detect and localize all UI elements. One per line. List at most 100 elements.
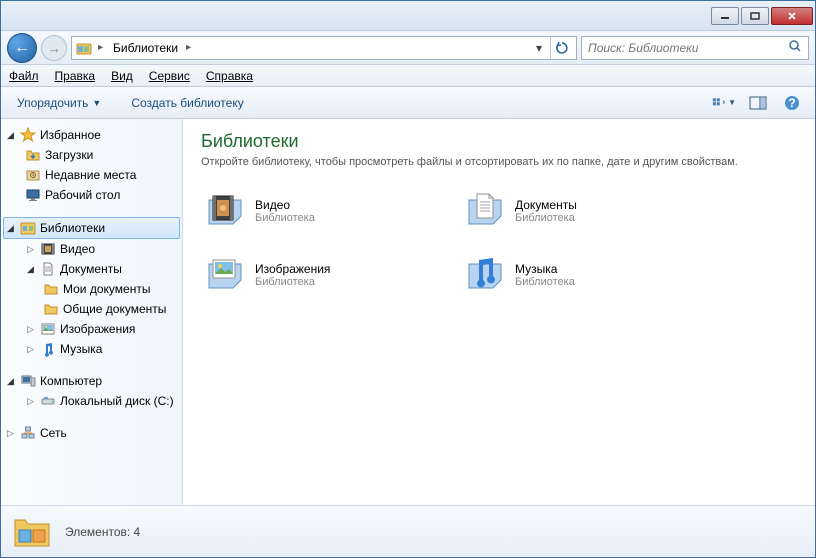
menu-edit[interactable]: Правка — [55, 69, 96, 83]
content-pane: Библиотеки Откройте библиотеку, чтобы пр… — [183, 119, 815, 505]
tree-local-disk-c[interactable]: ▷ Локальный диск (C:) — [3, 391, 180, 411]
svg-text:?: ? — [788, 96, 795, 110]
tree-label: Компьютер — [40, 374, 102, 388]
library-item-documents[interactable]: Документы Библиотека — [461, 188, 691, 234]
search-input[interactable] — [588, 41, 788, 55]
breadcrumb: Библиотеки ▸ — [109, 39, 528, 57]
expander-icon[interactable]: ▷ — [5, 428, 16, 439]
view-icon — [712, 96, 726, 110]
tree-favorites[interactable]: ◢ Избранное — [3, 125, 180, 145]
tree-label: Музыка — [60, 342, 102, 356]
library-item-text: Видео Библиотека — [255, 198, 315, 224]
library-item-music[interactable]: Музыка Библиотека — [461, 252, 691, 298]
window-controls — [711, 7, 813, 25]
tree-videos[interactable]: ▷ Видео — [3, 239, 180, 259]
tree-label: Недавние места — [45, 168, 136, 182]
expander-icon[interactable]: ▷ — [25, 396, 36, 407]
breadcrumb-item[interactable]: Библиотеки — [109, 39, 182, 57]
library-name: Видео — [255, 198, 315, 212]
expander-icon[interactable]: ▷ — [25, 324, 36, 335]
downloads-icon — [25, 147, 41, 163]
tree-network[interactable]: ▷ Сеть — [3, 423, 180, 443]
menu-help[interactable]: Справка — [206, 69, 253, 83]
tree-label: Загрузки — [45, 148, 93, 162]
tree-music[interactable]: ▷ Музыка — [3, 339, 180, 359]
maximize-button[interactable] — [741, 7, 769, 25]
tree-documents[interactable]: ◢ Документы — [3, 259, 180, 279]
help-button[interactable]: ? — [779, 92, 805, 114]
expander-icon[interactable]: ◢ — [5, 376, 16, 387]
forward-button[interactable]: → — [41, 35, 67, 61]
libraries-icon — [20, 220, 36, 236]
minimize-button[interactable] — [711, 7, 739, 25]
music-icon — [40, 341, 56, 357]
library-type: Библиотека — [515, 212, 577, 224]
tree-label: Видео — [60, 242, 95, 256]
libraries-icon — [11, 512, 53, 552]
tree-group-libraries: ◢ Библиотеки ▷ Видео ◢ Документы Мои док… — [3, 217, 180, 359]
documents-icon — [40, 261, 56, 277]
details-pane: Элементов: 4 — [1, 505, 815, 557]
pictures-library-icon — [203, 254, 245, 296]
refresh-button[interactable] — [550, 37, 572, 59]
page-subtitle: Откройте библиотеку, чтобы просмотреть ф… — [201, 156, 797, 168]
recent-places-icon — [25, 167, 41, 183]
tree-label: Общие документы — [63, 302, 166, 316]
explorer-window: ← → ▸ Библиотеки ▸ ▾ Файл — [0, 0, 816, 558]
menu-bar: Файл Правка Вид Сервис Справка — [1, 65, 815, 87]
menu-file[interactable]: Файл — [9, 69, 39, 83]
menu-view[interactable]: Вид — [111, 69, 133, 83]
tree-downloads[interactable]: Загрузки — [3, 145, 180, 165]
chevron-right-icon[interactable]: ▸ — [96, 42, 105, 53]
tree-computer[interactable]: ◢ Компьютер — [3, 371, 180, 391]
toolbar-right: ▼ ? — [711, 92, 805, 114]
menu-tools[interactable]: Сервис — [149, 69, 190, 83]
navigation-pane: ◢ Избранное Загрузки Недавние места Рабо… — [1, 119, 183, 505]
maximize-icon — [750, 12, 760, 20]
library-name: Изображения — [255, 262, 330, 276]
expander-icon[interactable]: ▷ — [25, 344, 36, 355]
close-button[interactable] — [771, 7, 813, 25]
page-title: Библиотеки — [201, 131, 797, 152]
tree-my-documents[interactable]: Мои документы — [3, 279, 180, 299]
new-library-button[interactable]: Создать библиотеку — [125, 92, 249, 114]
desktop-icon — [25, 187, 41, 203]
library-name: Музыка — [515, 262, 575, 276]
tree-group-network: ▷ Сеть — [3, 423, 180, 443]
chevron-right-icon[interactable]: ▸ — [184, 42, 193, 53]
tree-libraries[interactable]: ◢ Библиотеки — [3, 217, 180, 239]
search-icon[interactable] — [788, 39, 802, 56]
drive-icon — [40, 393, 56, 409]
view-options-button[interactable]: ▼ — [711, 92, 737, 114]
video-library-icon — [203, 190, 245, 232]
address-bar[interactable]: ▸ Библиотеки ▸ ▾ — [71, 36, 577, 60]
tree-public-documents[interactable]: Общие документы — [3, 299, 180, 319]
folder-icon — [43, 281, 59, 297]
expander-icon[interactable]: ◢ — [25, 264, 36, 275]
tree-label: Избранное — [40, 128, 101, 142]
address-dropdown[interactable]: ▾ — [532, 41, 546, 55]
star-icon — [20, 127, 36, 143]
music-library-icon — [463, 254, 505, 296]
documents-library-icon — [463, 190, 505, 232]
back-button[interactable]: ← — [7, 33, 37, 63]
library-item-pictures[interactable]: Изображения Библиотека — [201, 252, 431, 298]
close-icon — [787, 12, 797, 20]
search-box[interactable] — [581, 36, 809, 60]
tree-label: Рабочий стол — [45, 188, 120, 202]
expander-icon[interactable]: ◢ — [5, 223, 16, 234]
preview-pane-button[interactable] — [745, 92, 771, 114]
expander-icon[interactable]: ◢ — [5, 130, 16, 141]
tree-recent[interactable]: Недавние места — [3, 165, 180, 185]
library-type: Библиотека — [515, 276, 575, 288]
video-icon — [40, 241, 56, 257]
arrow-left-icon: ← — [14, 39, 30, 57]
library-item-videos[interactable]: Видео Библиотека — [201, 188, 431, 234]
help-icon: ? — [784, 95, 800, 111]
expander-icon[interactable]: ▷ — [25, 244, 36, 255]
body: ◢ Избранное Загрузки Недавние места Рабо… — [1, 119, 815, 505]
tree-desktop[interactable]: Рабочий стол — [3, 185, 180, 205]
tree-label: Изображения — [60, 322, 135, 336]
organize-button[interactable]: Упорядочить ▼ — [11, 92, 107, 114]
tree-pictures[interactable]: ▷ Изображения — [3, 319, 180, 339]
